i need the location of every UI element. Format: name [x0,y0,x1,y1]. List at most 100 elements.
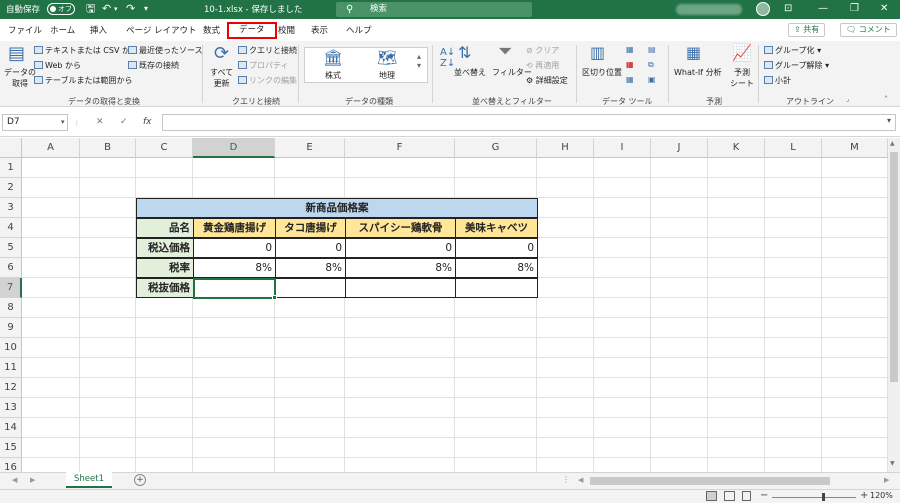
get-data-button[interactable]: データの 取得 [4,67,36,89]
column-header-a[interactable]: A [22,138,80,158]
scroll-left-icon[interactable]: ◀ [578,476,583,484]
flash-fill-icon[interactable]: ▦ [626,45,634,54]
properties-button[interactable]: プロパティ [238,60,289,71]
row-header-2[interactable]: 2 [0,178,22,198]
chevron-down-icon[interactable]: ▾ [61,115,65,130]
row-header-16[interactable]: 16 [0,458,22,472]
expand-formula-icon[interactable]: ▾ [887,116,891,125]
share-button[interactable]: ⇪ 共有 [788,23,826,37]
column-header-b[interactable]: B [80,138,136,158]
row-header-15[interactable]: 15 [0,438,22,458]
worksheet-grid[interactable]: A B C D E F G H I J K L M 1 2 3 4 5 6 7 8 9 10 11 12 13 14 15 16 [0,138,888,472]
avatar[interactable] [756,2,770,16]
tab-review[interactable]: 校閲 [278,24,295,36]
value-cell[interactable] [455,278,538,298]
search-input[interactable]: ⚲ 検索 [336,2,532,17]
next-sheet-icon[interactable]: ▶ [30,476,35,484]
sort-az-icon[interactable]: A↓ Z↓ [440,47,455,69]
fill-handle[interactable] [272,295,277,300]
row-header-14[interactable]: 14 [0,418,22,438]
tab-formulas[interactable]: 数式 [203,24,220,36]
scroll-up-icon[interactable]: ▲ [890,140,895,147]
vertical-scroll-thumb[interactable] [890,152,898,382]
row-header-11[interactable]: 11 [0,358,22,378]
scroll-down-icon[interactable]: ▼ [890,460,895,467]
clear-button[interactable]: ⊘ クリア [526,45,559,56]
undo-icon[interactable]: ↶ [102,2,111,16]
ungroup-button[interactable]: グループ解除 ▾ [764,60,829,71]
gallery-scroll-icon[interactable]: ▴ ▾ [417,52,421,70]
product-header-cell[interactable]: 黄金鶏唐揚げ [193,218,276,238]
row-header-8[interactable]: 8 [0,298,22,318]
close-icon[interactable]: ✕ [880,2,888,16]
restore-icon[interactable]: ❐ [850,2,859,16]
horizontal-scroll-thumb[interactable] [590,477,830,485]
table-title[interactable]: 新商品価格案 [136,198,538,218]
value-cell[interactable]: 8% [455,258,538,278]
stocks-button[interactable]: 株式 [325,70,341,81]
column-header-m[interactable]: M [822,138,888,158]
redo-icon[interactable]: ↷ [126,2,135,16]
minimize-icon[interactable]: — [818,2,828,16]
column-header-g[interactable]: G [455,138,537,158]
text-to-columns-button[interactable]: 区切り位置 [582,67,622,78]
whatif-button[interactable]: What-If 分析 [674,67,722,78]
value-cell[interactable]: 8% [193,258,276,278]
row-header-1[interactable]: 1 [0,158,22,178]
collapse-ribbon-icon[interactable]: ˄ [884,95,888,104]
product-header-cell[interactable]: タコ唐揚げ [275,218,346,238]
row-label-cell[interactable]: 税込価格 [136,238,194,258]
sheet-tab-sheet1[interactable]: Sheet1 [66,472,112,488]
recent-sources-button[interactable]: 最近使ったソース [128,45,203,56]
header-label-cell[interactable]: 品名 [136,218,194,238]
row-header-12[interactable]: 12 [0,378,22,398]
product-header-cell[interactable]: 美味キャベツ [455,218,538,238]
page-layout-view-icon[interactable] [724,491,735,501]
zoom-level[interactable]: 120% [870,491,893,500]
edit-links-button[interactable]: リンクの編集 [238,75,297,86]
group-button[interactable]: グループ化 ▾ [764,45,821,56]
row-label-cell[interactable]: 税率 [136,258,194,278]
value-cell[interactable]: 0 [455,238,538,258]
value-cell[interactable]: 8% [275,258,346,278]
data-validation-icon[interactable]: ▦ [626,75,634,84]
enter-icon[interactable]: ✓ [120,117,128,127]
value-cell[interactable] [345,278,456,298]
insert-function-icon[interactable]: fx [143,117,152,127]
row-header-5[interactable]: 5 [0,238,22,258]
product-header-cell[interactable]: スパイシー鶏軟骨 [345,218,456,238]
customize-qat-icon[interactable]: ▾ [144,2,148,16]
data-model-icon[interactable]: ▣ [648,75,656,84]
column-header-k[interactable]: K [708,138,765,158]
value-cell[interactable]: 8% [345,258,456,278]
value-cell[interactable]: 0 [275,238,346,258]
save-icon[interactable]: 🖫 [86,2,95,16]
vertical-scrollbar[interactable]: ▲ ▼ [888,138,900,472]
subtotal-button[interactable]: 小計 [764,75,791,86]
tab-insert[interactable]: 挿入 [90,24,107,36]
column-header-l[interactable]: L [765,138,822,158]
reapply-button[interactable]: ⟲ 再適用 [526,60,559,71]
prev-sheet-icon[interactable]: ◀ [12,476,17,484]
value-cell[interactable]: 0 [193,238,276,258]
add-sheet-icon[interactable]: + [134,474,146,486]
tab-home[interactable]: ホーム [50,24,75,36]
advanced-button[interactable]: ⚙ 詳細設定 [526,75,568,86]
row-header-6[interactable]: 6 [0,258,22,278]
row-label-cell[interactable]: 税抜価格 [136,278,194,298]
text-csv-button[interactable]: テキストまたは CSV から [34,45,138,56]
existing-connections-button[interactable]: 既存の接続 [128,60,179,71]
forecast-sheet-button[interactable]: 予測 シート [730,67,754,89]
geography-button[interactable]: 地理 [379,70,395,81]
tab-view[interactable]: 表示 [311,24,328,36]
value-cell[interactable] [275,278,346,298]
row-header-13[interactable]: 13 [0,398,22,418]
row-header-4[interactable]: 4 [0,218,22,238]
table-range-button[interactable]: テーブルまたは範囲から [34,75,133,86]
zoom-in-icon[interactable]: + [860,490,868,501]
tab-page-layout[interactable]: ページ レイアウト [126,24,197,36]
row-header-10[interactable]: 10 [0,338,22,358]
page-break-view-icon[interactable] [742,491,751,501]
refresh-all-button[interactable]: すべて 更新 [210,67,233,89]
zoom-out-icon[interactable]: − [760,490,768,501]
